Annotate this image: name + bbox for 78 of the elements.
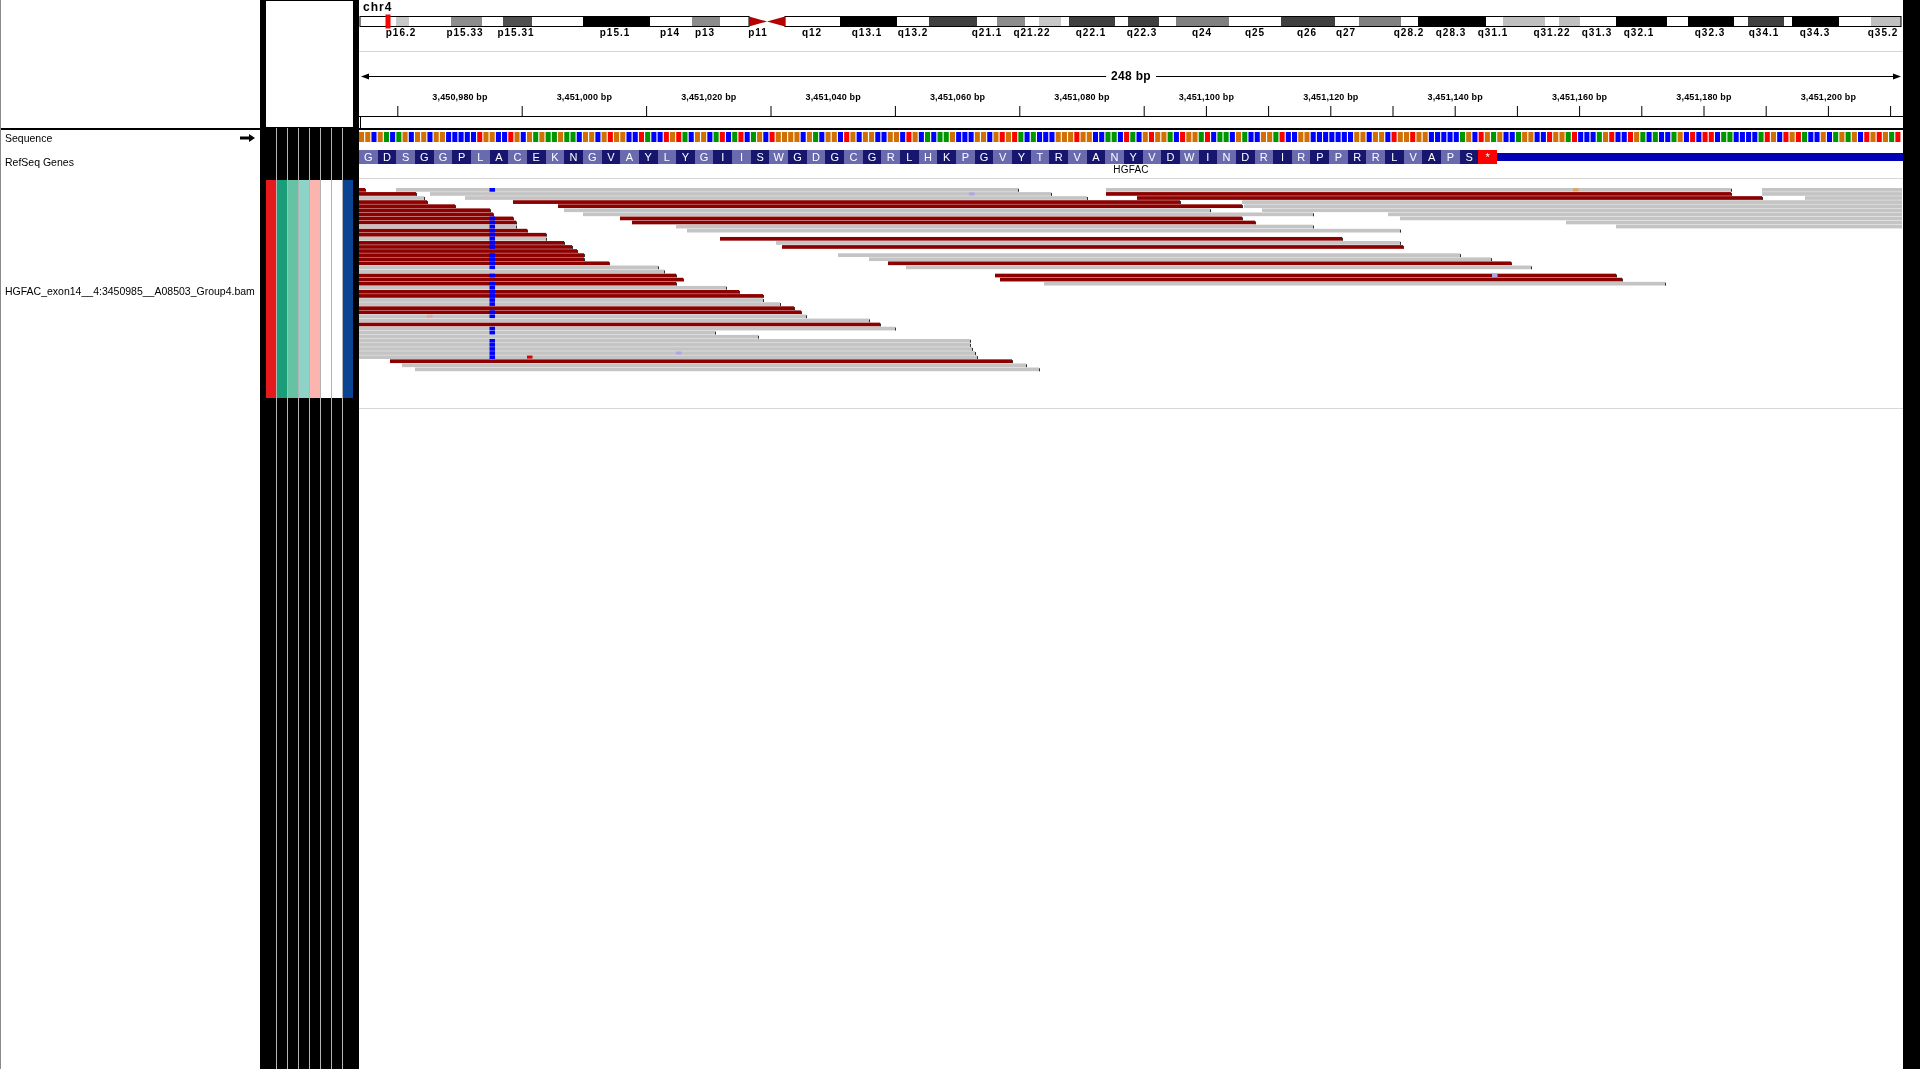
band-label: q28.3 bbox=[1435, 27, 1467, 38]
amino-acid: C bbox=[844, 150, 863, 164]
tick-label: 3,451,040 bp bbox=[805, 91, 861, 103]
tick-label: 3,451,140 bp bbox=[1427, 91, 1483, 103]
amino-acid: N bbox=[564, 150, 583, 164]
tick-label: 3,450,980 bp bbox=[432, 91, 488, 103]
band-label: q13.1 bbox=[851, 27, 883, 38]
amino-acid: N bbox=[1105, 150, 1124, 164]
band-label: q28.2 bbox=[1393, 27, 1425, 38]
amino-acid: V bbox=[993, 150, 1012, 164]
band-label: q34.3 bbox=[1799, 27, 1831, 38]
band-label: p15.31 bbox=[497, 27, 535, 38]
tick-label: 3,451,060 bp bbox=[929, 91, 986, 103]
amino-acid: P bbox=[452, 150, 471, 164]
amino-acid: G bbox=[359, 150, 378, 164]
band-label: p13 bbox=[694, 27, 716, 38]
band-label: q13.2 bbox=[897, 27, 929, 38]
band-label: p16.2 bbox=[385, 27, 417, 38]
amino-acid: I bbox=[713, 150, 733, 164]
amino-acid: C bbox=[508, 150, 527, 164]
amino-acid: G bbox=[788, 150, 807, 164]
amino-acid: R bbox=[1049, 150, 1068, 164]
amino-acid: A bbox=[1422, 150, 1442, 164]
tick-label: 3,451,160 bp bbox=[1551, 91, 1608, 103]
amino-acid: I bbox=[1273, 150, 1292, 164]
amino-acid: P bbox=[1441, 150, 1460, 164]
band-label: q32.3 bbox=[1694, 27, 1726, 38]
amino-acid: G bbox=[825, 150, 845, 164]
amino-acid: P bbox=[1329, 150, 1348, 164]
amino-acid: A bbox=[620, 150, 639, 164]
amino-acid: N bbox=[1217, 150, 1236, 164]
gene-label: HGFAC bbox=[1113, 164, 1149, 175]
amino-acid: S bbox=[396, 150, 415, 164]
amino-acid: R bbox=[881, 150, 901, 164]
band-label: q21.22 bbox=[1013, 27, 1051, 38]
tick-label: 3,451,120 bp bbox=[1303, 91, 1359, 103]
amino-acid: I bbox=[732, 150, 751, 164]
band-label: p14 bbox=[659, 27, 681, 38]
band-label: q22.1 bbox=[1075, 27, 1107, 38]
amino-acid: L bbox=[1385, 150, 1404, 164]
band-label: q25 bbox=[1244, 27, 1266, 38]
arrow-right-icon[interactable] bbox=[240, 134, 255, 142]
tick-label: 3,451,000 bp bbox=[556, 91, 613, 103]
tick-label: 3,451,020 bp bbox=[681, 91, 737, 103]
tick-label: 3,451,180 bp bbox=[1676, 91, 1732, 103]
tick-label: 3,451,100 bp bbox=[1178, 91, 1235, 103]
amino-acid: K bbox=[937, 150, 956, 164]
span-label: 248 bp bbox=[1106, 70, 1156, 83]
tick-label: 3,451,080 bp bbox=[1054, 91, 1110, 103]
band-label: p15.33 bbox=[446, 27, 484, 38]
band-label: q27 bbox=[1335, 27, 1357, 38]
amino-acid: P bbox=[956, 150, 975, 164]
band-label: p15.1 bbox=[599, 27, 631, 38]
amino-acid: Y bbox=[676, 150, 695, 164]
band-label: q31.1 bbox=[1477, 27, 1509, 38]
band-label: q32.1 bbox=[1623, 27, 1655, 38]
band-label: q21.1 bbox=[971, 27, 1003, 38]
chromosome-label: chr4 bbox=[363, 0, 393, 14]
band-label: p11 bbox=[748, 27, 768, 38]
track-name: RefSeq Genes bbox=[5, 156, 74, 168]
track-name: Sequence bbox=[5, 132, 53, 144]
band-label: q12 bbox=[801, 27, 823, 38]
amino-acid: D bbox=[1161, 150, 1180, 164]
band-label: q24 bbox=[1191, 27, 1213, 38]
stop-codon: * bbox=[1478, 150, 1498, 164]
amino-acid: W bbox=[769, 150, 789, 164]
amino-acid: L bbox=[900, 150, 919, 164]
amino-acid: R bbox=[1366, 150, 1386, 164]
band-label: q26 bbox=[1296, 27, 1318, 38]
band-label: q31.22 bbox=[1533, 27, 1571, 38]
band-label: q34.1 bbox=[1748, 27, 1780, 38]
band-label: q35.2 bbox=[1867, 27, 1899, 38]
tick-label: 3,451,200 bp bbox=[1800, 91, 1857, 103]
amino-acid: P bbox=[1310, 150, 1330, 164]
track-name: HGFAC_exon14__4:3450985__A08503_Group4.bam bbox=[5, 284, 255, 297]
band-label: q22.3 bbox=[1126, 27, 1158, 38]
chromosome-ideogram[interactable] bbox=[359, 14, 1903, 29]
band-label: q31.3 bbox=[1581, 27, 1613, 38]
